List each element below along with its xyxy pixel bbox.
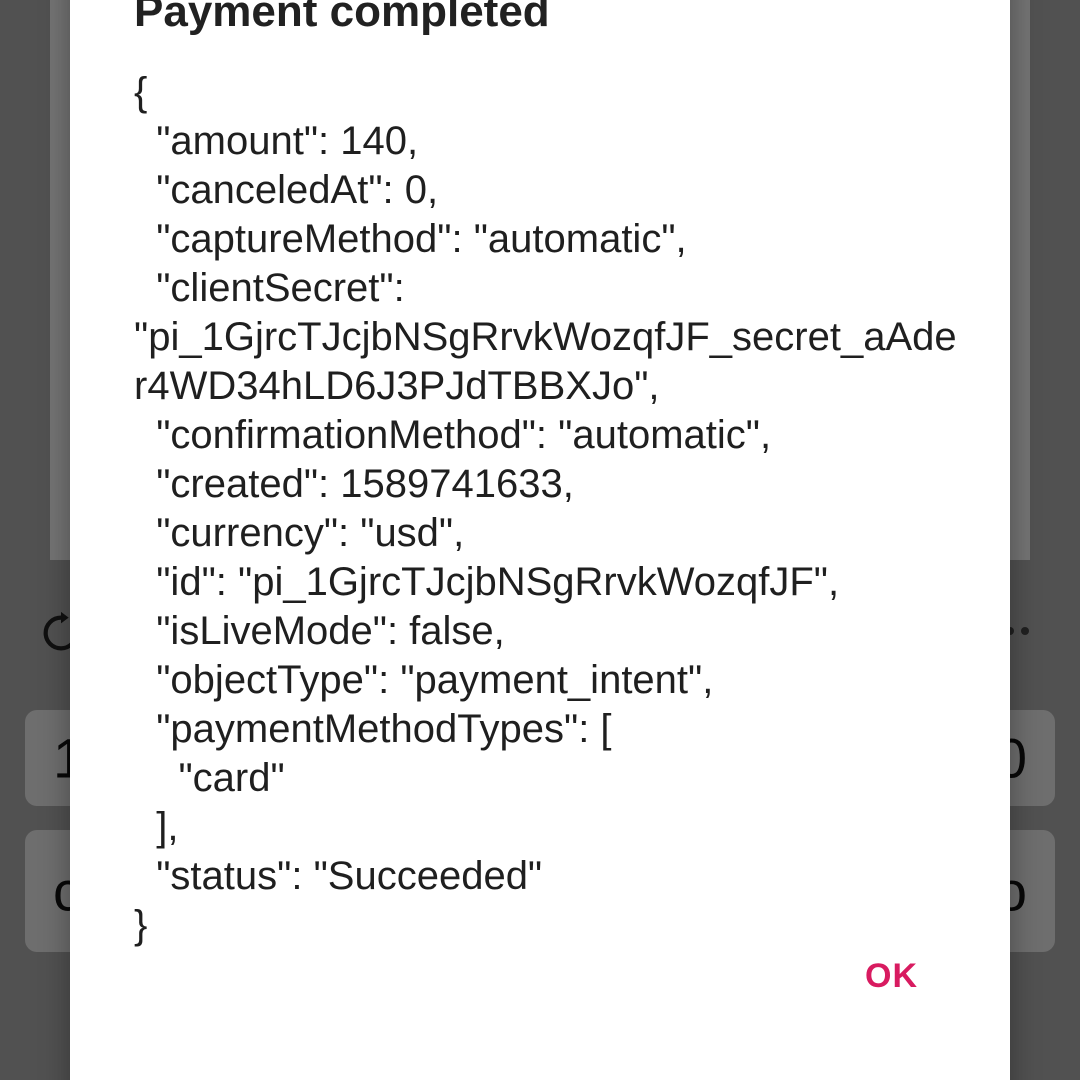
dialog-title: Payment completed — [134, 0, 550, 36]
dialog-json-body: { "amount": 140, "canceledAt": 0, "captu… — [134, 70, 957, 947]
payment-dialog: Payment completed { "amount": 140, "canc… — [70, 0, 1010, 1080]
ok-button[interactable]: OK — [837, 947, 946, 1006]
dialog-actions: OK — [837, 947, 946, 1006]
